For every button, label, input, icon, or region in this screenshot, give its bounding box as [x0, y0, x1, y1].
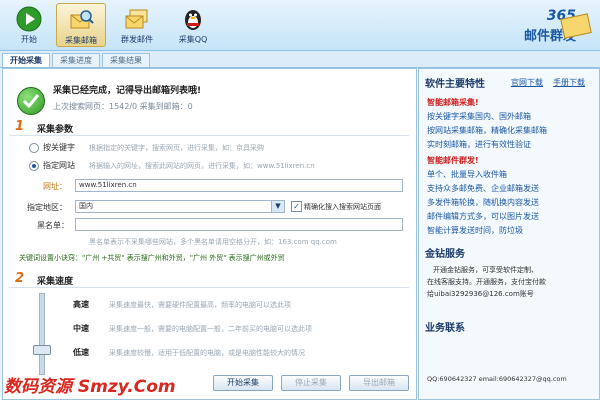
play-icon — [16, 6, 42, 32]
section-speed-header: 2 采集速度 — [9, 271, 409, 288]
tab-progress[interactable]: 采集进度 — [52, 53, 100, 67]
speed-medium-desc: 采集速度一般，需要的电脑配置一般，二年前买的电脑可以选此项 — [109, 325, 312, 333]
feature-item: 实时刻邮箱，进行有效性验证 — [427, 140, 531, 149]
contact-line: QQ:690642327 email:690642327@qq.com — [427, 375, 567, 383]
keyword-option-label: 按关键字 — [43, 143, 75, 152]
feature-item: 多发件箱轮换，随机换内容发送 — [427, 198, 539, 207]
envelopes-icon — [125, 9, 148, 29]
blacklist-hint: 黑名单表示不采集哪些网站，多个黑名单请用空格分开，如：163.com qq.co… — [89, 238, 337, 246]
service-line: 开通金钻服务，可享受软件定制、 — [433, 266, 538, 274]
penguin-icon — [185, 10, 201, 30]
feature-item: 智能计算发送时间，防垃圾 — [427, 226, 523, 235]
brand-logo: 365 邮件群发 — [480, 6, 592, 46]
region-select[interactable]: 国内 ▼ — [75, 200, 285, 213]
section-params-header: 1 采集参数 — [9, 119, 409, 136]
tab-start-collect[interactable]: 开始采集 — [2, 53, 50, 67]
contact-title: 业务联系 — [425, 323, 465, 334]
feature-item: 智能邮箱采集! — [427, 98, 479, 107]
feature-item: 按关键字采集国内、国外邮箱 — [427, 112, 531, 121]
collect-qq-label: 采集QQ — [178, 35, 208, 44]
start-label: 开始 — [21, 35, 37, 44]
feature-item: 单个、批量导入收件箱 — [427, 170, 507, 179]
tab-results[interactable]: 采集结果 — [102, 53, 150, 67]
mass-send-label: 群发邮件 — [121, 35, 153, 44]
manual-download-link[interactable]: 手册下载 — [553, 77, 585, 88]
filter-checkbox[interactable]: ✓ — [291, 201, 302, 212]
region-label: 指定地区： — [27, 203, 67, 212]
chevron-down-icon[interactable]: ▼ — [271, 201, 284, 212]
url-option-label: 指定网站 — [43, 161, 75, 170]
export-email-button[interactable]: 导出邮箱 — [349, 375, 409, 391]
tab-bar: 开始采集 采集进度 采集结果 — [0, 51, 600, 68]
keyword-hint: 根据指定的关键字，搜索网页，进行采集，如：京具采购 — [89, 144, 264, 152]
toolbar: 开始 采集邮箱 群发邮件 采集QQ 365 邮件群发 — [0, 0, 600, 51]
blacklist-label: 黑名单： — [37, 221, 69, 230]
stop-collect-button[interactable]: 停止采集 — [281, 375, 341, 391]
sidebar: 软件主要特性 官网下载 手册下载 智能邮箱采集! 按关键字采集国内、国外邮箱 按… — [418, 68, 600, 400]
filter-label: 精确化搜入搜索网站页面 — [304, 203, 381, 211]
url-input[interactable]: www.51lixren.cn — [75, 179, 403, 192]
feature-item: 按网站采集邮箱，精确化采集邮箱 — [427, 126, 547, 135]
keyword-radio[interactable] — [29, 143, 39, 153]
collect-email-label: 采集邮箱 — [65, 36, 97, 45]
envelope-icon — [560, 13, 592, 39]
main-panel: 采集已经完成，记得导出邮箱列表哦! 上次搜索网页：1542/0 采集到邮箱：0 … — [2, 68, 417, 400]
region-value: 国内 — [79, 202, 93, 210]
keyword-tip: 关键词设置小诀窍："广州 +共贸" 表示搜广州和外贸，"广州 外贸" 表示搜广州… — [19, 254, 285, 262]
service-line: 给uibai3292936@126.com账号 — [427, 290, 534, 298]
blacklist-input[interactable] — [75, 218, 403, 231]
start-collect-button[interactable]: 开始采集 — [213, 375, 273, 391]
speed-slider-track[interactable] — [39, 293, 45, 375]
service-title: 金钻服务 — [425, 249, 465, 260]
status-title: 采集已经完成，记得导出邮箱列表哦! — [53, 86, 202, 96]
start-toolbar-button[interactable]: 开始 — [4, 3, 54, 47]
url-hint: 将据输入的网址，搜索此网站的网页，进行采集，如：www.51lixren.cn — [89, 162, 315, 170]
speed-high-desc: 采集速度最快，需要硬件配置最高，频率的电脑可以选此项 — [109, 301, 291, 309]
checkmark-icon — [17, 87, 45, 115]
features-title: 软件主要特性 — [425, 79, 485, 90]
url-label: 网址： — [43, 182, 67, 191]
speed-medium-label: 中速 — [73, 324, 89, 333]
feature-item: 邮件编辑方式多，可以图片发送 — [427, 212, 539, 221]
speed-low-label: 低速 — [73, 348, 89, 357]
url-radio[interactable] — [29, 161, 39, 171]
feature-item: 支持众多邮免费、企业邮箱发送 — [427, 184, 539, 193]
speed-low-desc: 采集速度较慢，适用于低配置的电脑，或是电脑性能较大的情况 — [109, 349, 305, 357]
speed-slider-thumb[interactable] — [33, 345, 51, 355]
status-stats: 上次搜索网页：1542/0 采集到邮箱：0 — [53, 102, 193, 111]
feature-item: 智能邮件群发! — [427, 156, 479, 165]
watermark-text: 数码资源 Smzy.Com — [4, 377, 176, 397]
status-box: 采集已经完成，记得导出邮箱列表哦! 上次搜索网页：1542/0 采集到邮箱：0 — [9, 73, 409, 117]
section-title: 采集速度 — [37, 277, 74, 287]
section-number: 2 — [15, 271, 25, 286]
collect-qq-toolbar-button[interactable]: 采集QQ — [168, 3, 218, 47]
mass-send-toolbar-button[interactable]: 群发邮件 — [112, 3, 162, 47]
collect-email-toolbar-button[interactable]: 采集邮箱 — [56, 3, 106, 47]
section-title: 采集参数 — [37, 125, 74, 135]
official-download-link[interactable]: 官网下载 — [511, 77, 543, 88]
magnifier-envelope-icon — [70, 10, 94, 29]
speed-high-label: 高速 — [73, 300, 89, 309]
section-number: 1 — [15, 119, 25, 134]
service-line: 在线客服支持。开通服务，支付宝付款 — [427, 278, 546, 286]
